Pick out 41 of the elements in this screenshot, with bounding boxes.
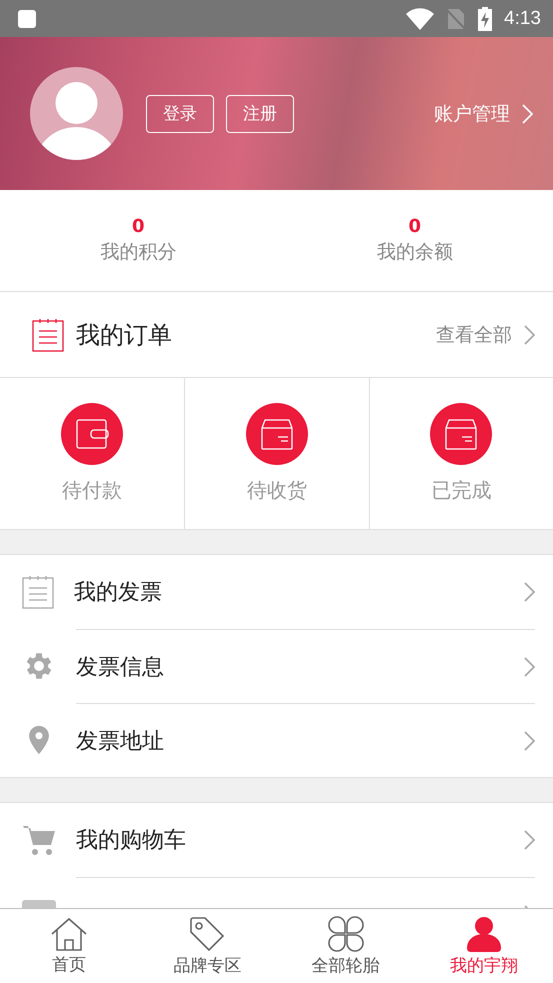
account-management-link[interactable]: 账户管理 <box>434 100 533 126</box>
home-icon <box>51 916 88 950</box>
document-icon <box>22 575 54 609</box>
tag-icon <box>189 916 226 952</box>
menu-item-label[interactable]: 发票信息 <box>76 652 164 682</box>
stat-label: 我的余额 <box>376 240 453 265</box>
menu-item-label[interactable]: 发票地址 <box>76 726 164 756</box>
box-icon <box>430 403 492 465</box>
menu-item-label[interactable]: 我的发票 <box>74 577 162 607</box>
chevron-right-icon <box>524 324 535 344</box>
order-status-label[interactable]: 已完成 <box>431 477 492 504</box>
nav-tab[interactable]: 全部轮胎 <box>276 909 415 983</box>
clock-time: 4:13 <box>504 8 541 30</box>
register-button[interactable]: 注册 <box>226 94 294 132</box>
login-button[interactable]: 登录 <box>146 94 214 132</box>
stat-label: 我的积分 <box>100 240 176 265</box>
battery-charging-icon <box>478 6 492 30</box>
no-sim-icon <box>446 8 466 30</box>
chevron-right-icon <box>524 582 535 602</box>
nav-tab[interactable]: 我的宇翔 <box>414 909 553 983</box>
wallet-icon <box>61 403 124 465</box>
view-all-link[interactable]: 查看全部 <box>436 322 535 348</box>
nav-tab[interactable]: 首页 <box>0 909 138 983</box>
box-icon <box>246 403 308 465</box>
chevron-right-icon <box>524 656 535 676</box>
nav-tab[interactable]: 品牌专区 <box>138 909 276 983</box>
stat-value: 0 <box>132 216 145 237</box>
orders-title: 我的订单 <box>76 320 172 350</box>
chevron-right-icon <box>524 830 535 850</box>
person-icon <box>466 916 501 952</box>
app-notification-icon <box>18 10 36 28</box>
menu-item-label[interactable]: 我的购物车 <box>76 825 186 855</box>
wifi-icon <box>406 8 434 30</box>
order-status-label[interactable]: 待收货 <box>246 477 307 504</box>
stat-value: 0 <box>408 216 422 237</box>
order-status-label[interactable]: 待付款 <box>62 477 122 504</box>
order-list-icon <box>32 318 64 352</box>
chevron-right-icon <box>522 104 533 124</box>
chevron-right-icon <box>524 730 535 750</box>
clover-icon <box>328 916 364 952</box>
cart-icon <box>22 823 56 857</box>
